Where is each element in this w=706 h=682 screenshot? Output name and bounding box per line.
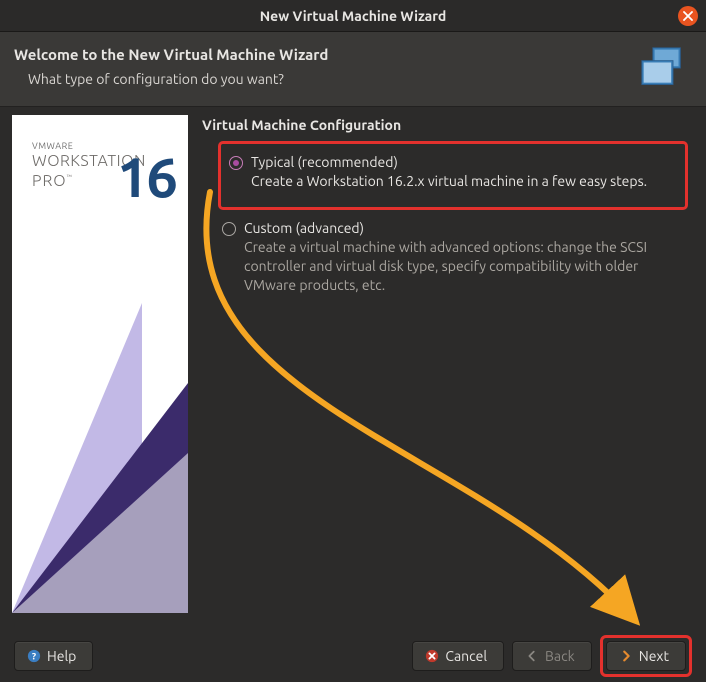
- help-button[interactable]: ? Help: [14, 641, 93, 671]
- radio-group: Typical (recommended) Create a Workstati…: [202, 141, 688, 305]
- window-title: New Virtual Machine Wizard: [260, 8, 447, 24]
- header-text: Welcome to the New Virtual Machine Wizar…: [14, 46, 328, 87]
- close-button[interactable]: [678, 6, 698, 26]
- radio-option-custom[interactable]: Custom (advanced) Create a virtual machi…: [218, 214, 688, 305]
- footer: ? Help Cancel Back Next: [0, 630, 706, 682]
- section-title: Virtual Machine Configuration: [202, 117, 688, 133]
- back-label: Back: [545, 648, 575, 664]
- chevron-left-icon: [525, 649, 539, 663]
- brand-version: 16: [117, 145, 176, 208]
- footer-right: Cancel Back Next: [412, 635, 692, 677]
- content-panel: Virtual Machine Configuration Typical (r…: [188, 107, 706, 657]
- brand-vmware: VMWARE: [32, 141, 73, 151]
- highlight-typical: Typical (recommended) Create a Workstati…: [218, 141, 688, 210]
- option-desc: Create a virtual machine with advanced o…: [244, 238, 684, 295]
- next-button[interactable]: Next: [606, 641, 686, 671]
- next-label: Next: [639, 648, 669, 664]
- cancel-icon: [425, 649, 439, 663]
- sidebar-logo: VMWARE WORKSTATION PRO™ 16: [12, 115, 188, 613]
- screens-icon: [638, 46, 686, 90]
- main-area: VMWARE WORKSTATION PRO™ 16 Virtual Machi…: [0, 107, 706, 657]
- radio-icon: [229, 156, 243, 170]
- highlight-next: Next: [600, 635, 692, 677]
- option-label: Custom (advanced): [244, 220, 684, 236]
- header-heading: Welcome to the New Virtual Machine Wizar…: [14, 46, 328, 63]
- option-label: Typical (recommended): [251, 154, 647, 170]
- cancel-label: Cancel: [445, 648, 487, 664]
- svg-text:?: ?: [32, 651, 36, 662]
- wizard-header: Welcome to the New Virtual Machine Wizar…: [0, 32, 706, 107]
- radio-icon: [222, 222, 236, 236]
- titlebar: New Virtual Machine Wizard: [0, 0, 706, 32]
- help-icon: ?: [27, 649, 41, 663]
- option-desc: Create a Workstation 16.2.x virtual mach…: [251, 172, 647, 191]
- help-label: Help: [47, 648, 76, 664]
- header-question: What type of configuration do you want?: [28, 71, 328, 87]
- cancel-button[interactable]: Cancel: [412, 641, 504, 671]
- chevron-right-icon: [619, 649, 633, 663]
- radio-option-typical[interactable]: Typical (recommended) Create a Workstati…: [225, 148, 677, 201]
- close-icon: [683, 11, 693, 21]
- back-button: Back: [512, 641, 592, 671]
- brand-pro: PRO™: [32, 172, 73, 190]
